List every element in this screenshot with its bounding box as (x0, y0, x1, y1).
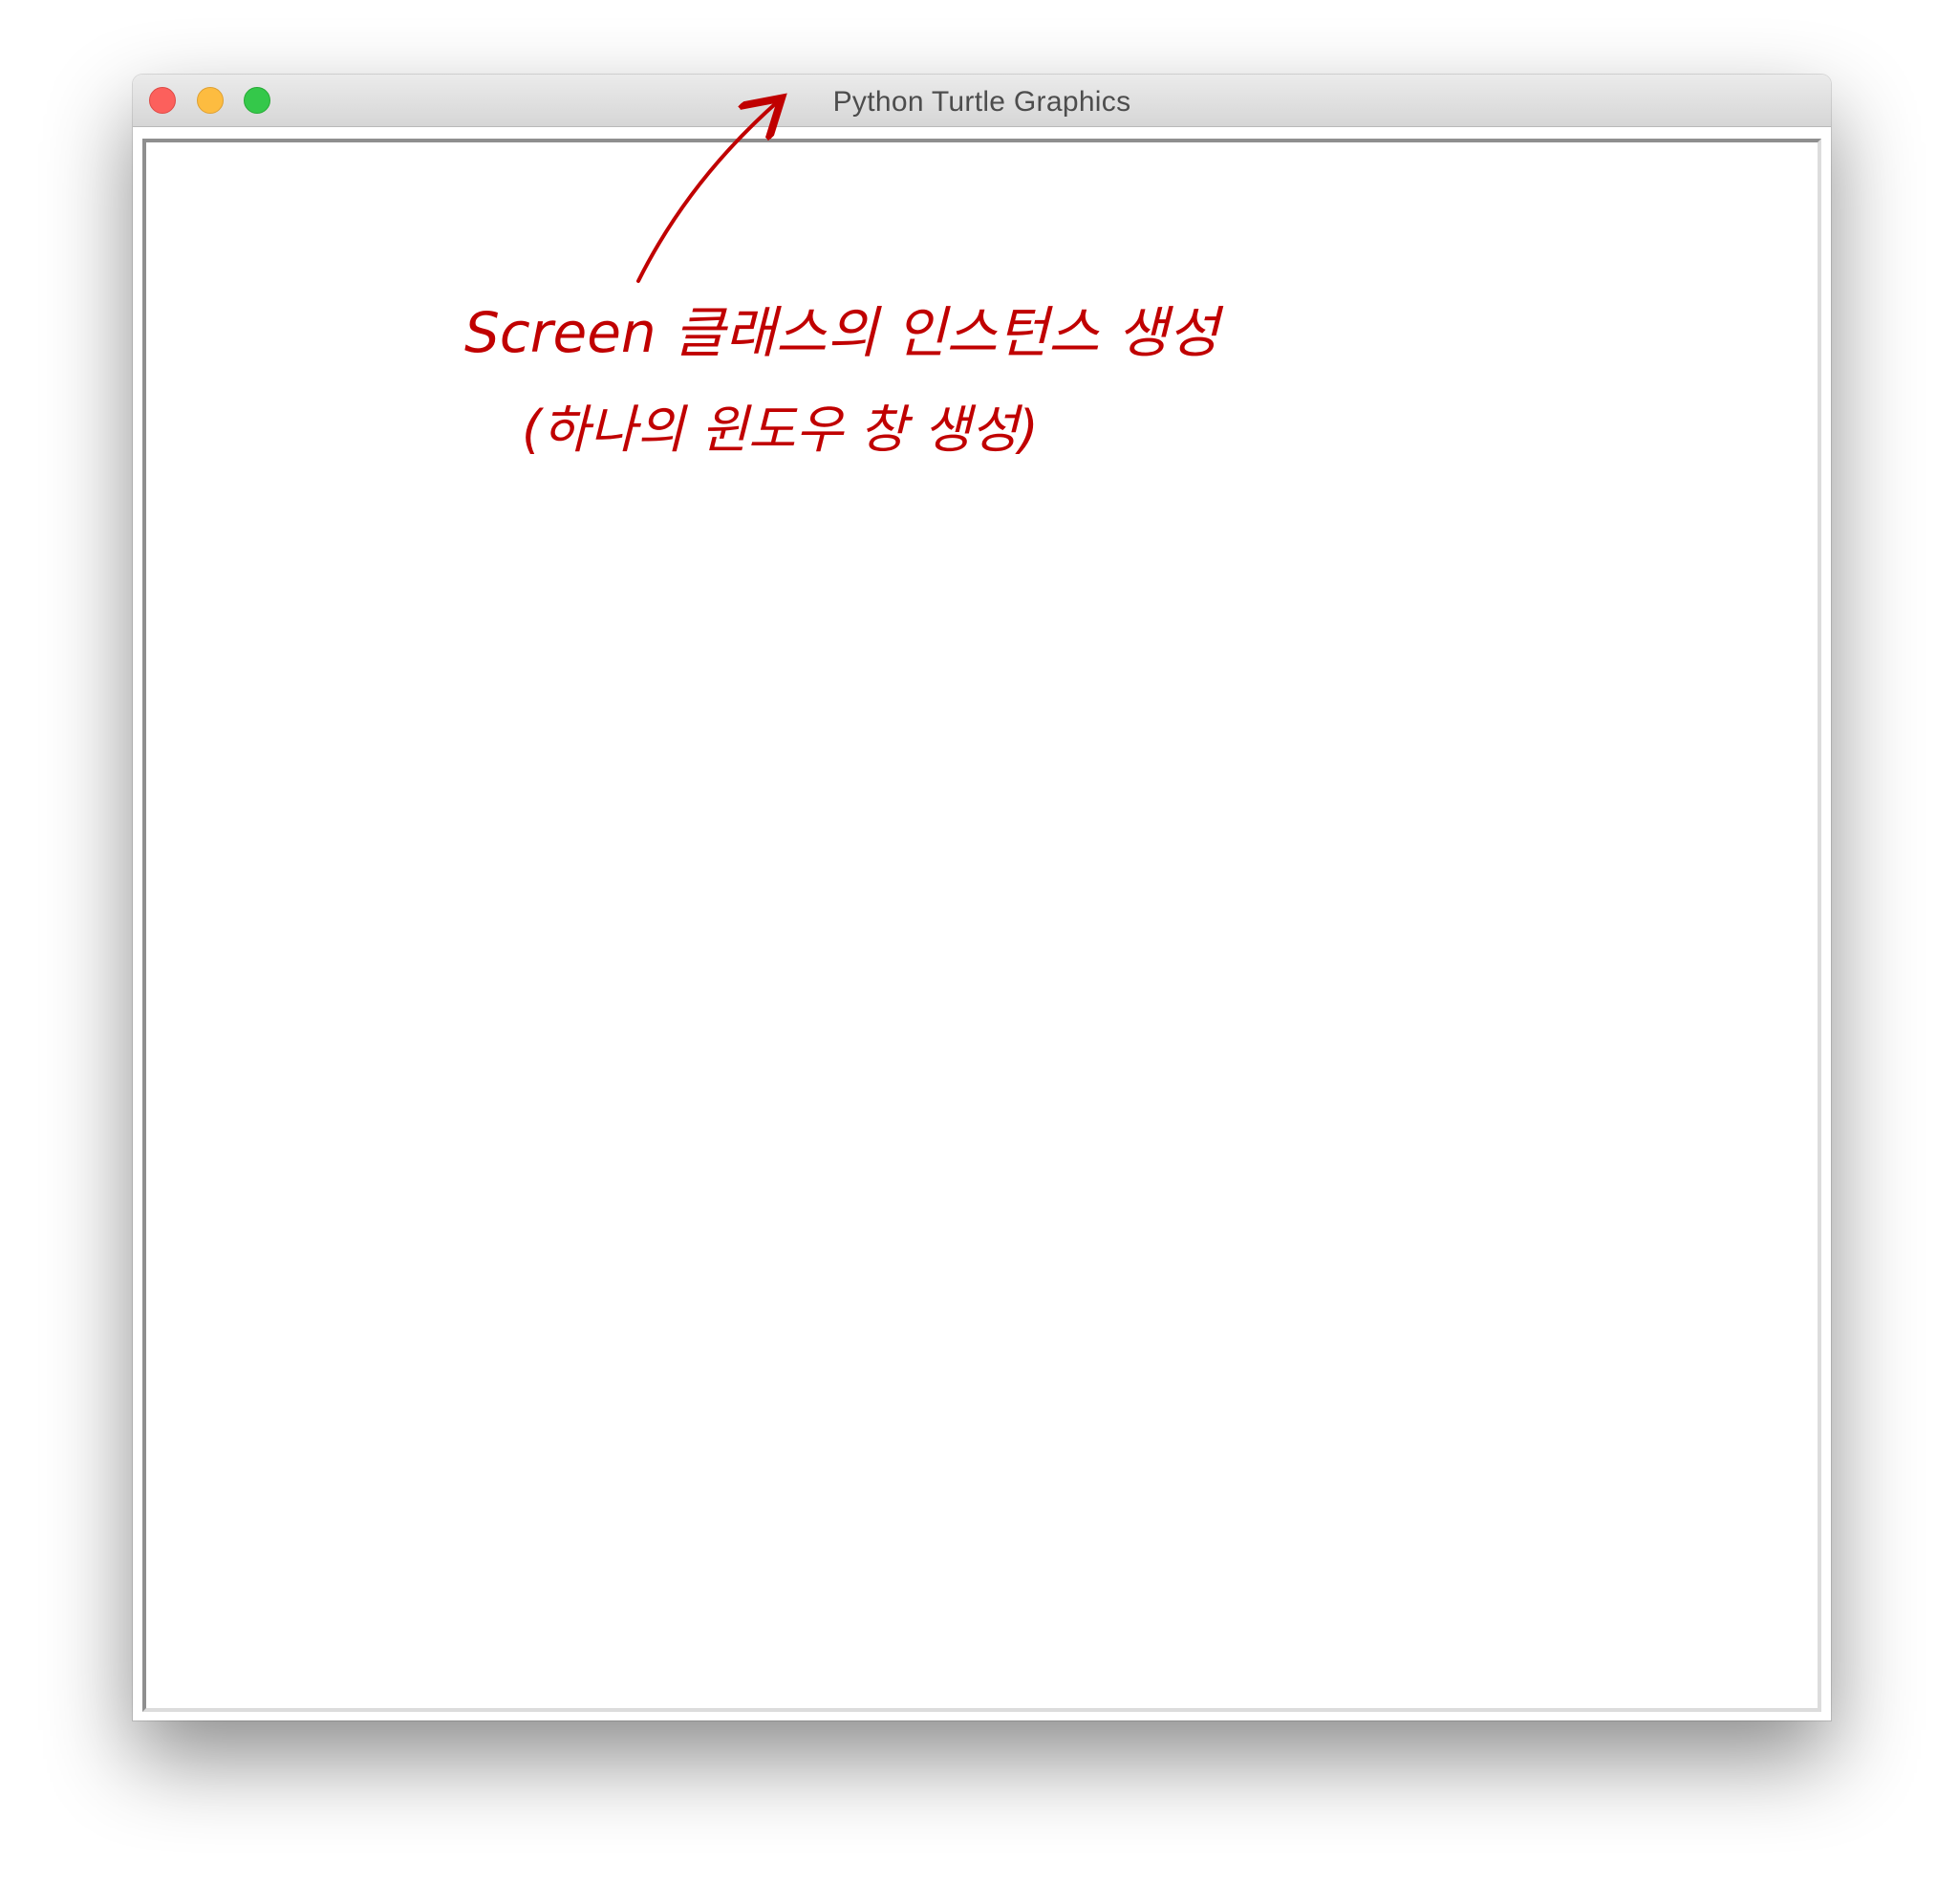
window-title: Python Turtle Graphics (832, 86, 1131, 118)
turtle-window: Python Turtle Graphics (133, 75, 1831, 1720)
title-bar[interactable]: Python Turtle Graphics (133, 75, 1831, 127)
turtle-canvas[interactable] (142, 139, 1821, 1712)
